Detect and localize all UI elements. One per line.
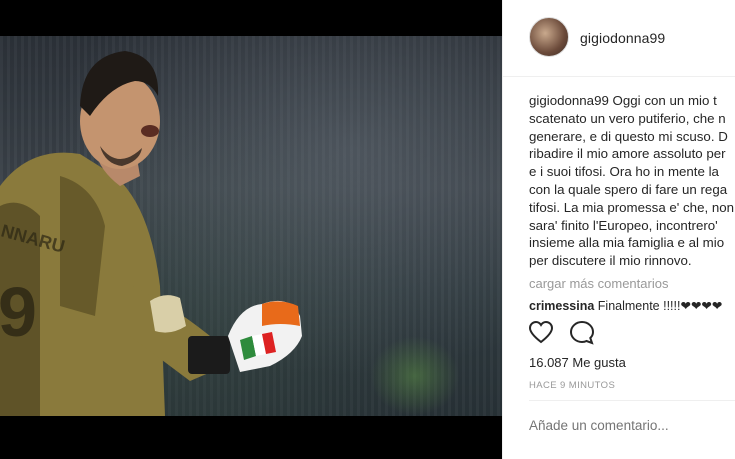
likes-count[interactable]: 16.087 Me gusta — [529, 355, 626, 370]
caption-line-3: generare, e di questo mi scuso. D — [529, 128, 728, 144]
comment-username[interactable]: crimessina — [529, 299, 594, 313]
caption-line-5: e i suoi tifosi. Ora ho in mente la — [529, 164, 719, 180]
caption-line-9: insieme alla mia famiglia e al mio — [529, 235, 725, 251]
caption-line-6: con la quale spero di fare un rega — [529, 181, 728, 197]
header-username[interactable]: gigiodonna99 — [580, 30, 665, 46]
instagram-post-viewer: 9 NNARU gigiodonna99 gigiodonna99 Oggi c… — [0, 0, 735, 459]
comment-bubble-icon[interactable] — [569, 320, 595, 346]
post-header: gigiodonna99 — [503, 0, 735, 77]
load-more-comments-link[interactable]: cargar más comentarios — [529, 276, 668, 291]
svg-text:9: 9 — [0, 273, 37, 351]
heart-icon[interactable] — [528, 320, 554, 346]
caption-line-1: gigiodonna99 Oggi con un mio t — [529, 93, 717, 108]
post-sidebar: gigiodonna99 gigiodonna99 Oggi con un mi… — [502, 0, 735, 459]
caption-line-7: tifosi. La mia promessa e' che, non — [529, 199, 735, 215]
add-comment-input[interactable] — [529, 418, 729, 433]
post-photo[interactable]: 9 NNARU — [0, 36, 502, 416]
caption-username[interactable]: gigiodonna99 — [529, 93, 609, 108]
comment-item: crimessina Finalmente !!!!!❤❤❤❤ — [529, 298, 722, 313]
comment-text: Finalmente !!!!!❤❤❤❤ — [594, 299, 723, 313]
post-timestamp: HACE 9 MINUTOS — [529, 380, 616, 391]
goalkeeper-image: 9 NNARU — [0, 51, 302, 416]
caption-line-4: ribadire il mio amore assoluto per — [529, 146, 726, 162]
caption-line-10: per discutere il mio rinnovo. — [529, 253, 692, 269]
post-caption: gigiodonna99 Oggi con un mio t scatenato… — [529, 92, 735, 270]
caption-line-2: scatenato un vero putiferio, che n — [529, 110, 726, 126]
avatar[interactable] — [529, 17, 569, 57]
divider — [529, 400, 735, 401]
caption-line-8: sara' finito l'Europeo, incontrero' — [529, 217, 718, 233]
